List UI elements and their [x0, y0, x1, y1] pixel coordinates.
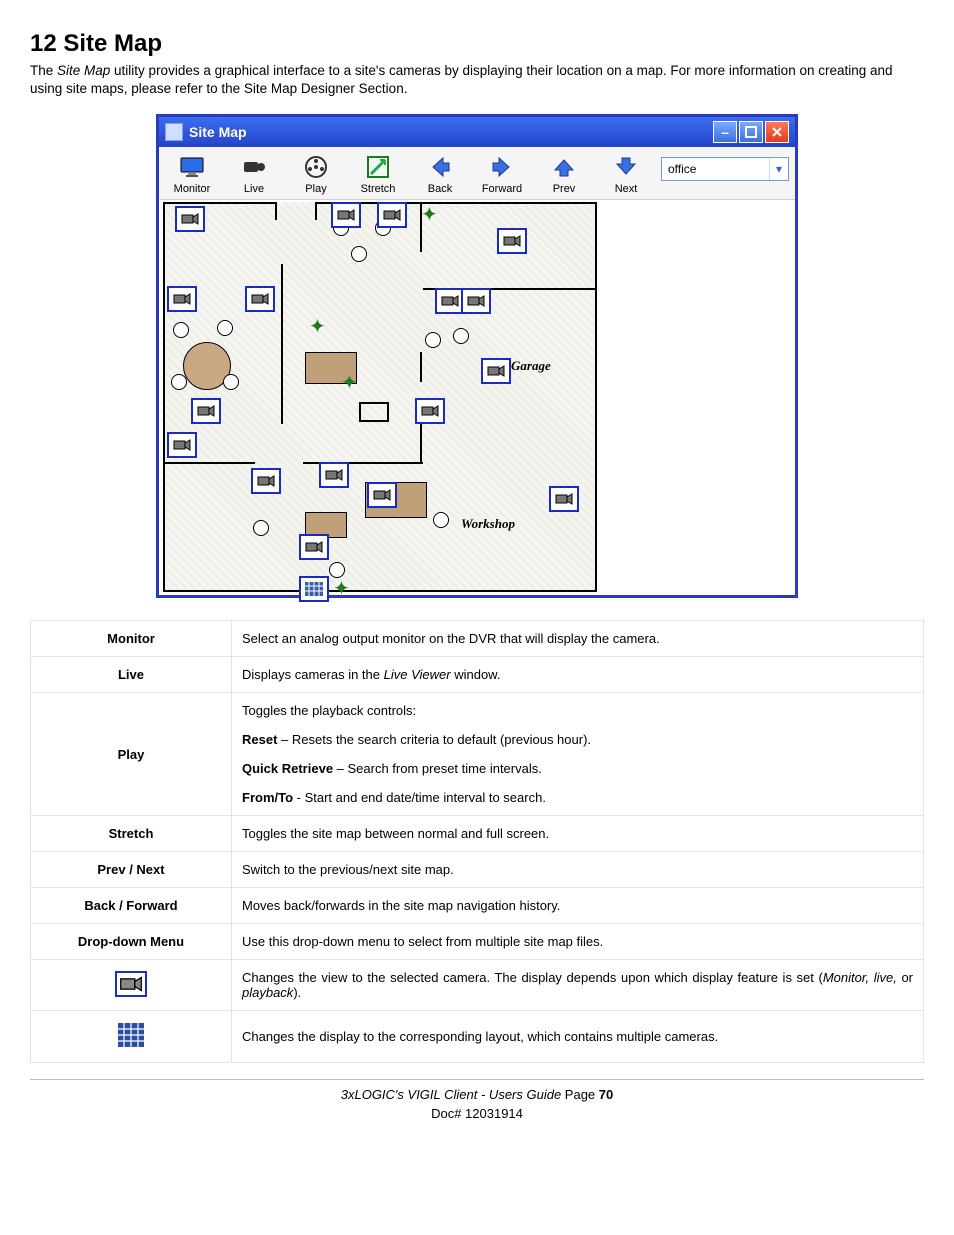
table-row: Monitor Select an analog output monitor … — [31, 621, 924, 657]
toolbar-label: Prev — [537, 183, 591, 195]
monitor-button[interactable]: Monitor — [165, 153, 219, 195]
arrow-up-icon — [537, 153, 591, 181]
dropdown-value: office — [662, 162, 769, 176]
camera-marker[interactable] — [175, 206, 205, 232]
site-map-window: Site Map Monitor Live — [156, 114, 798, 598]
toolbar-label: Back — [413, 183, 467, 195]
plant-icon: ✦ — [333, 576, 350, 601]
window-icon — [165, 123, 183, 141]
row-label: Play — [31, 693, 232, 816]
camera-marker[interactable] — [319, 462, 349, 488]
toolbar-label: Forward — [475, 183, 529, 195]
toolbar: Monitor Live Play Stretch Back — [159, 147, 795, 200]
row-label: Monitor — [31, 621, 232, 657]
row-text: Toggles the site map between normal and … — [232, 816, 924, 852]
map-select-dropdown[interactable]: office ▾ — [661, 157, 789, 181]
table-row: Drop-down Menu Use this drop-down menu t… — [31, 924, 924, 960]
camera-marker[interactable] — [497, 228, 527, 254]
back-button[interactable]: Back — [413, 153, 467, 195]
section-heading: 12 Site Map — [30, 30, 924, 58]
reel-icon — [289, 153, 343, 181]
row-text: Moves back/forwards in the site map navi… — [232, 888, 924, 924]
page-footer: 3xLOGIC's VIGIL Client - Users Guide Pag… — [30, 1079, 924, 1122]
row-icon-cell — [31, 960, 232, 1011]
chevron-down-icon: ▾ — [769, 158, 788, 180]
table-row: Back / Forward Moves back/forwards in th… — [31, 888, 924, 924]
site-map-canvas[interactable]: ✦ ✦ ✦ ✦ Garage Workshop — [159, 200, 764, 595]
camera-marker[interactable] — [167, 286, 197, 312]
toolbar-label: Live — [227, 183, 281, 195]
description-table: Monitor Select an analog output monitor … — [30, 620, 924, 1063]
row-text: Use this drop-down menu to select from m… — [232, 924, 924, 960]
camera-marker[interactable] — [331, 202, 361, 228]
toolbar-label: Next — [599, 183, 653, 195]
table-row: Changes the display to the corresponding… — [31, 1011, 924, 1063]
camera-marker[interactable] — [299, 534, 329, 560]
camera-marker[interactable] — [549, 486, 579, 512]
garage-label: Garage — [511, 358, 551, 374]
window-title: Site Map — [189, 124, 713, 140]
camera-marker[interactable] — [251, 468, 281, 494]
forward-button[interactable]: Forward — [475, 153, 529, 195]
plant-icon: ✦ — [341, 370, 358, 395]
plant-icon: ✦ — [421, 202, 438, 227]
stretch-icon — [351, 153, 405, 181]
camera-marker[interactable] — [245, 286, 275, 312]
camera-marker[interactable] — [367, 482, 397, 508]
row-text: Changes the display to the corresponding… — [232, 1011, 924, 1063]
row-label: Live — [31, 657, 232, 693]
layout-marker[interactable] — [299, 576, 329, 602]
arrow-left-icon — [413, 153, 467, 181]
arrow-right-icon — [475, 153, 529, 181]
row-label: Prev / Next — [31, 852, 232, 888]
table-row: Changes the view to the selected camera.… — [31, 960, 924, 1011]
minimize-button[interactable] — [713, 121, 737, 143]
grid-layout-icon — [116, 1021, 146, 1049]
stretch-button[interactable]: Stretch — [351, 153, 405, 195]
table-row: Live Displays cameras in the Live Viewer… — [31, 657, 924, 693]
camera-marker-icon — [115, 971, 147, 997]
maximize-button[interactable] — [739, 121, 763, 143]
camera-marker[interactable] — [415, 398, 445, 424]
row-label: Back / Forward — [31, 888, 232, 924]
toolbar-label: Play — [289, 183, 343, 195]
toolbar-label: Stretch — [351, 183, 405, 195]
table-row: Prev / Next Switch to the previous/next … — [31, 852, 924, 888]
camera-marker[interactable] — [191, 398, 221, 424]
row-text: Changes the view to the selected camera.… — [232, 960, 924, 1011]
row-icon-cell — [31, 1011, 232, 1063]
prev-button[interactable]: Prev — [537, 153, 591, 195]
workshop-label: Workshop — [461, 516, 515, 532]
close-button[interactable] — [765, 121, 789, 143]
camera-marker[interactable] — [461, 288, 491, 314]
camera-icon — [227, 153, 281, 181]
row-text: Select an analog output monitor on the D… — [232, 621, 924, 657]
plant-icon: ✦ — [309, 314, 326, 339]
monitor-icon — [165, 153, 219, 181]
intro-paragraph: The Site Map utility provides a graphica… — [30, 62, 924, 98]
row-label: Drop-down Menu — [31, 924, 232, 960]
play-button[interactable]: Play — [289, 153, 343, 195]
row-text: Switch to the previous/next site map. — [232, 852, 924, 888]
row-text: Toggles the playback controls: Reset – R… — [232, 693, 924, 816]
window-titlebar: Site Map — [159, 117, 795, 147]
floorplan: ✦ ✦ ✦ ✦ — [163, 202, 597, 592]
next-button[interactable]: Next — [599, 153, 653, 195]
row-label: Stretch — [31, 816, 232, 852]
camera-marker[interactable] — [377, 202, 407, 228]
table-row: Stretch Toggles the site map between nor… — [31, 816, 924, 852]
camera-marker[interactable] — [481, 358, 511, 384]
table-row: Play Toggles the playback controls: Rese… — [31, 693, 924, 816]
camera-marker[interactable] — [167, 432, 197, 458]
arrow-down-icon — [599, 153, 653, 181]
live-button[interactable]: Live — [227, 153, 281, 195]
toolbar-label: Monitor — [165, 183, 219, 195]
row-text: Displays cameras in the Live Viewer wind… — [232, 657, 924, 693]
